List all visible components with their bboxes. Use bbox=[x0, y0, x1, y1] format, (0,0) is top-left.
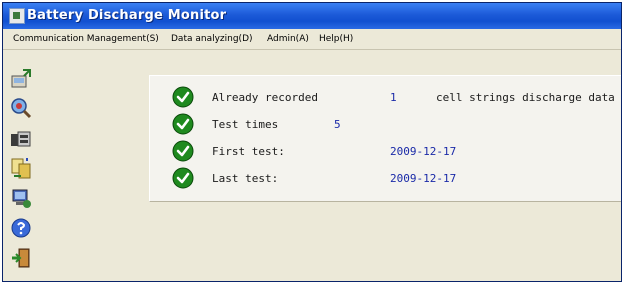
window-title: Battery Discharge Monitor bbox=[27, 8, 227, 23]
menu-data-analyzing[interactable]: Data analyzing(D) bbox=[171, 34, 253, 44]
app-icon bbox=[9, 8, 25, 24]
menu-communication-management[interactable]: Communication Management(S) bbox=[13, 34, 159, 44]
help-icon[interactable] bbox=[9, 216, 33, 240]
data-transfer-icon[interactable] bbox=[9, 156, 33, 180]
last-test-value: 2009-12-17 bbox=[390, 172, 457, 185]
check-icon bbox=[172, 86, 194, 108]
menu-bar: Communication Management(S) Data analyzi… bbox=[3, 29, 621, 50]
first-test-value: 2009-12-17 bbox=[390, 145, 457, 158]
recorded-label: Already recorded bbox=[212, 91, 318, 104]
check-icon bbox=[172, 113, 194, 135]
first-test-row: First test: 2009-12-17 bbox=[150, 140, 621, 164]
summary-panel: Already recorded 1 cell strings discharg… bbox=[149, 75, 621, 202]
check-icon bbox=[172, 140, 194, 162]
test-times-row: Test times 5 bbox=[150, 113, 621, 137]
last-test-label: Last test: bbox=[212, 172, 279, 185]
title-bar[interactable]: Battery Discharge Monitor bbox=[3, 3, 621, 29]
test-times-label: Test times bbox=[212, 118, 279, 131]
recorded-suffix: cell strings discharge data bbox=[436, 91, 615, 104]
exit-icon[interactable] bbox=[9, 246, 33, 270]
settings-icon[interactable] bbox=[9, 186, 33, 210]
battery-test-icon[interactable] bbox=[9, 126, 33, 150]
communication-icon[interactable] bbox=[9, 66, 33, 90]
analysis-icon[interactable] bbox=[9, 96, 33, 120]
last-test-row: Last test: 2009-12-17 bbox=[150, 167, 621, 191]
test-times-value: 5 bbox=[334, 118, 341, 131]
first-test-label: First test: bbox=[212, 145, 285, 158]
menu-help[interactable]: Help(H) bbox=[319, 34, 353, 44]
recorded-value: 1 bbox=[390, 91, 397, 104]
side-toolbar bbox=[3, 50, 37, 281]
recorded-row: Already recorded 1 cell strings discharg… bbox=[150, 86, 621, 110]
main-window: Battery Discharge Monitor Communication … bbox=[2, 2, 622, 282]
menu-admin[interactable]: Admin(A) bbox=[267, 34, 309, 44]
check-icon bbox=[172, 167, 194, 189]
